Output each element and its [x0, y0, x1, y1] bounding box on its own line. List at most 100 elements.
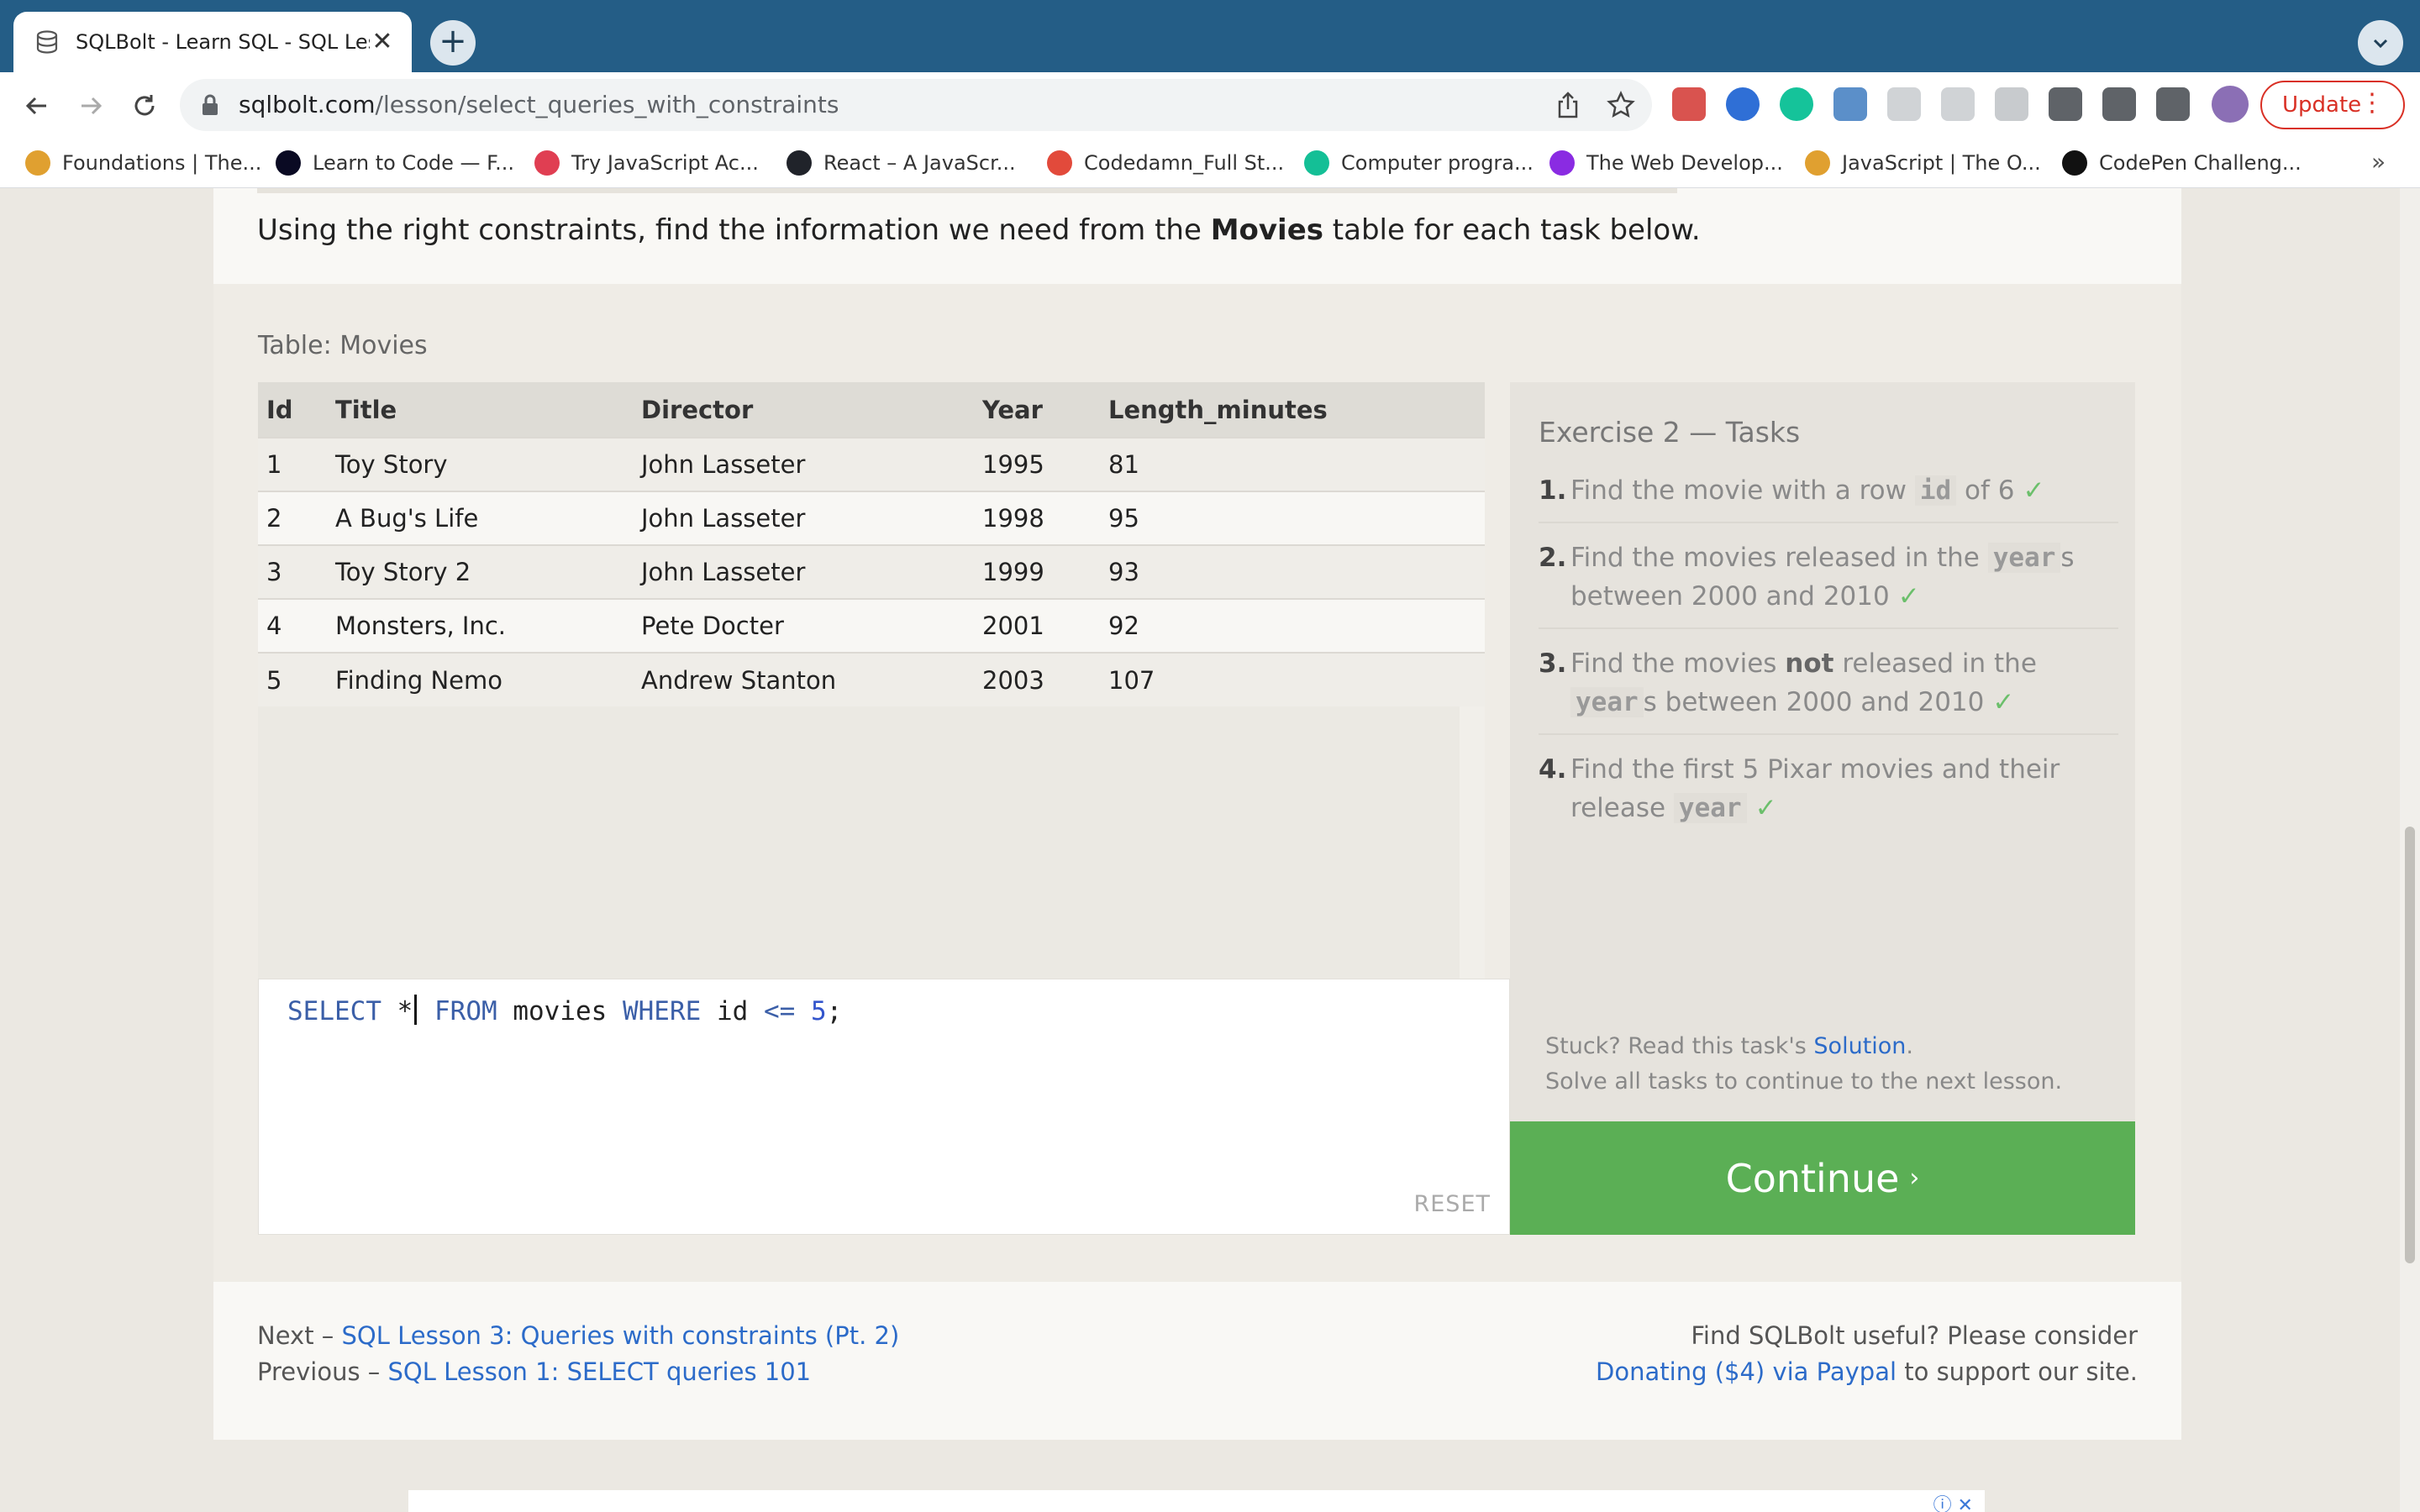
page-scrollbar[interactable] [2400, 188, 2420, 1512]
chevron-right-icon: › [1909, 1163, 1920, 1193]
next-lesson-link[interactable]: SQL Lesson 3: Queries with constraints (… [342, 1321, 900, 1350]
table-cell: 3 [258, 544, 327, 599]
table-row: 2A Bug's Life John Lasseter 1998 95 [258, 491, 1485, 545]
extension-h-icon[interactable] [1995, 87, 2028, 121]
ad-banner[interactable]: ⓘ ✕ [408, 1490, 1985, 1512]
tab-strip: SQLBolt - Learn SQL - SQL Les ✕ + [0, 0, 2420, 72]
address-bar[interactable]: sqlbolt.com/lesson/select_queries_with_c… [180, 79, 1652, 131]
star-icon[interactable] [1607, 91, 1635, 119]
table-cell: John Lasseter [633, 491, 974, 545]
browser-tab-sqlbolt[interactable]: SQLBolt - Learn SQL - SQL Les ✕ [13, 12, 412, 72]
bookmark-item[interactable]: Computer progra... [1304, 146, 1534, 180]
previous-lesson-line: Previous – SQL Lesson 1: SELECT queries … [257, 1357, 812, 1386]
url-text: sqlbolt.com/lesson/select_queries_with_c… [239, 91, 839, 118]
column-header: Length_minutes [1100, 382, 1485, 438]
bookmark-item[interactable]: The Web Develop... [1549, 146, 1783, 180]
browser-toolbar: sqlbolt.com/lesson/select_queries_with_c… [0, 72, 2420, 139]
lock-icon[interactable] [200, 92, 220, 118]
table-cell: Toy Story 2 [327, 544, 633, 599]
next-lesson-line: Next – SQL Lesson 3: Queries with constr… [257, 1321, 900, 1350]
previous-lesson-link[interactable]: SQL Lesson 1: SELECT queries 101 [388, 1357, 812, 1386]
movies-table: Id Title Director Year Length_minutes 1T… [258, 382, 1485, 706]
bookmarks-overflow-button[interactable]: » [2371, 148, 2386, 176]
sql-query-text[interactable]: SELECT * FROM movies WHERE id <= 5; [287, 995, 842, 1026]
bookmark-item[interactable]: Codedamn_Full St... [1047, 146, 1284, 180]
table-cell: Pete Docter [633, 598, 974, 653]
sql-editor[interactable]: SELECT * FROM movies WHERE id <= 5; RESE… [258, 979, 1510, 1235]
bookmark-favicon-icon [2062, 150, 2087, 176]
reset-button[interactable]: RESET [1413, 1191, 1491, 1217]
reload-button[interactable] [126, 87, 163, 124]
checkmark-icon: ✓ [1897, 581, 1920, 612]
tasks-panel: Exercise 2 — Tasks 1. Find the movie with… [1510, 382, 2135, 1121]
bookmark-favicon-icon [1549, 150, 1575, 176]
table-cell: 1998 [974, 491, 1100, 545]
table-cell: 1995 [974, 437, 1100, 491]
more-menu-icon[interactable]: ⋮ [2360, 91, 2385, 116]
table-cell: 4 [258, 598, 327, 653]
table-cell: 2 [258, 491, 327, 545]
table-row: 4 Monsters, Inc. Pete Docter 2001 92 [258, 598, 1485, 653]
table-cell: Monsters, Inc. [327, 598, 633, 653]
bookmark-item[interactable]: Learn to Code — F... [276, 146, 514, 180]
reading-list-icon[interactable] [2102, 87, 2136, 121]
table-cell: 81 [1100, 437, 1485, 491]
extension-image-icon[interactable] [1833, 87, 1867, 121]
column-header: Director [633, 382, 974, 438]
extension-bookmark-icon[interactable] [1672, 87, 1706, 121]
extension-p-icon[interactable] [1726, 87, 1760, 121]
bookmark-item[interactable]: CodePen Challeng... [2062, 146, 2302, 180]
table-row: 1 Toy Story John Lasseter 1995 81 [258, 437, 1485, 491]
continue-button[interactable]: Continue › [1510, 1121, 2135, 1235]
bookmark-favicon-icon [786, 150, 812, 176]
tab-search-button[interactable] [2358, 20, 2403, 66]
support-text: Find SQLBolt useful? Please consider [1691, 1321, 2138, 1350]
table-cell: 1 [258, 437, 327, 491]
bookmark-item[interactable]: Foundations | The... [25, 146, 261, 180]
table-cell: 5 [258, 652, 327, 706]
scrollbar-thumb[interactable] [2405, 827, 2415, 1263]
update-label: Update [2282, 92, 2362, 118]
tab-title: SQLBolt - Learn SQL - SQL Les [76, 30, 370, 54]
forward-button[interactable] [72, 87, 109, 124]
extension-copy-icon[interactable] [1941, 87, 1975, 121]
stuck-hint: Stuck? Read this task's Solution. Solve … [1545, 1029, 2062, 1100]
arrow-left-icon [25, 97, 46, 115]
table-cell: Andrew Stanton [633, 652, 974, 706]
column-header: Year [974, 382, 1100, 438]
solution-link[interactable]: Solution [1813, 1033, 1906, 1059]
tab-close-icon[interactable]: ✕ [370, 29, 395, 55]
table-label: Table: Movies [258, 331, 428, 360]
lesson-instruction: Using the right constraints, find the in… [257, 213, 1701, 247]
column-header: Id [258, 382, 327, 438]
reload-icon [134, 95, 155, 116]
bookmark-item[interactable]: JavaScript | The O... [1805, 146, 2041, 180]
profile-avatar[interactable] [2212, 86, 2249, 123]
text-caret [414, 995, 418, 1025]
table-cell: 93 [1100, 544, 1485, 599]
extension-check-icon[interactable] [1887, 87, 1921, 121]
table-cell: 92 [1100, 598, 1485, 653]
bookmark-favicon-icon [1047, 150, 1072, 176]
table-cell: 1999 [974, 544, 1100, 599]
back-button[interactable] [18, 87, 55, 124]
column-header: Title [327, 382, 633, 438]
ad-choices-icon[interactable]: ⓘ ✕ [1933, 1490, 1973, 1512]
table-cell: A Bug's Life [327, 491, 633, 545]
table-cell: 107 [1100, 652, 1485, 706]
bookmark-item[interactable]: React – A JavaScr... [786, 146, 1016, 180]
update-button[interactable]: Update ⋮ [2260, 81, 2405, 129]
task-item: 4. Find the first 5 Pixar movies and thei… [1539, 754, 2060, 823]
table-cell: John Lasseter [633, 544, 974, 599]
bookmarks-bar: Foundations | The... Learn to Code — F..… [0, 139, 2420, 188]
table-cell: 95 [1100, 491, 1485, 545]
extensions-puzzle-icon[interactable] [2049, 87, 2082, 121]
arrow-right-icon [82, 97, 103, 115]
donate-link[interactable]: Donating ($4) via Paypal [1596, 1357, 1897, 1386]
new-tab-button[interactable]: + [430, 20, 476, 66]
side-panel-icon[interactable] [2156, 87, 2190, 121]
task-item: 2. Find the movies released in the year s … [1539, 533, 2118, 629]
bookmark-item[interactable]: Try JavaScript Ac... [534, 146, 759, 180]
share-icon[interactable] [1555, 91, 1581, 119]
extension-grammarly-icon[interactable] [1780, 87, 1813, 121]
